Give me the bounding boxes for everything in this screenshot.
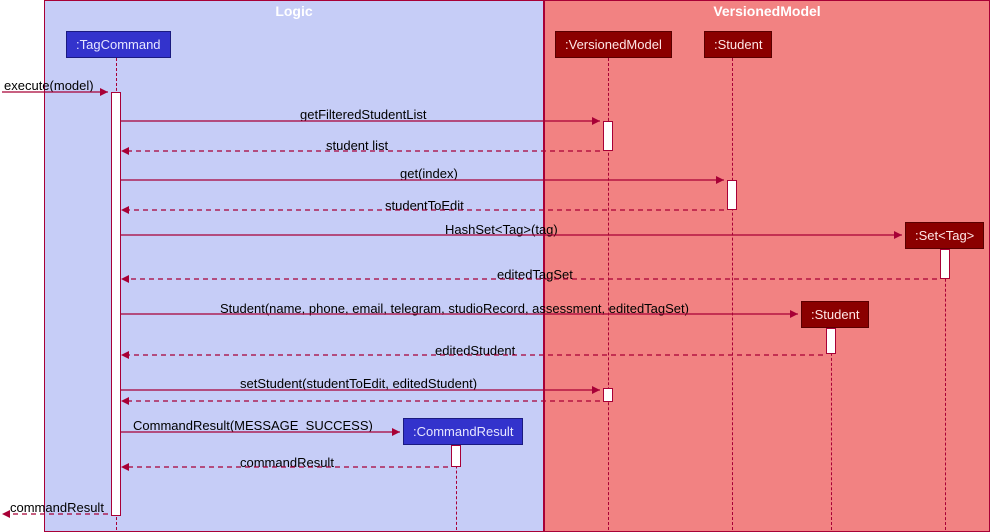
msg-editedstudent: editedStudent <box>435 343 515 358</box>
lifeline-settag <box>945 249 946 530</box>
sequence-diagram: Logic VersionedModel :TagCommand :Versio… <box>0 0 992 532</box>
frame-logic-title: Logic <box>45 3 543 19</box>
msg-hashsettag: HashSet<Tag>(tag) <box>445 222 558 237</box>
msg-studenttoedit: studentToEdit <box>385 198 464 213</box>
activation-vm-2 <box>603 388 613 402</box>
participant-commandresult: :CommandResult <box>403 418 523 445</box>
lifeline-student <box>732 58 733 530</box>
msg-getfiltered: getFilteredStudentList <box>300 107 426 122</box>
msg-cmdresultctor: CommandResult(MESSAGE_SUCCESS) <box>133 418 373 433</box>
msg-setstudent: setStudent(studentToEdit, editedStudent) <box>240 376 477 391</box>
participant-student: :Student <box>704 31 772 58</box>
participant-settag: :Set<Tag> <box>905 222 984 249</box>
msg-editedtagset: editedTagSet <box>497 267 573 282</box>
msg-execute: execute(model) <box>4 78 94 93</box>
participant-tagcommand: :TagCommand <box>66 31 171 58</box>
msg-commandresultfinal: commandResult <box>10 500 104 515</box>
lifeline-student-new <box>831 328 832 530</box>
msg-studentlist: student list <box>326 138 388 153</box>
activation-tagcommand <box>111 92 121 516</box>
participant-student-new: :Student <box>801 301 869 328</box>
activation-commandresult <box>451 445 461 467</box>
activation-vm-1 <box>603 121 613 151</box>
msg-getindex: get(index) <box>400 166 458 181</box>
activation-student-new <box>826 328 836 354</box>
msg-commandresultret: commandResult <box>240 455 334 470</box>
activation-student-1 <box>727 180 737 210</box>
activation-settag <box>940 249 950 279</box>
participant-versionedmodel: :VersionedModel <box>555 31 672 58</box>
frame-versioned-title: VersionedModel <box>545 3 989 19</box>
frame-versioned: VersionedModel <box>544 0 990 532</box>
msg-studentctor: Student(name, phone, email, telegram, st… <box>220 301 689 316</box>
